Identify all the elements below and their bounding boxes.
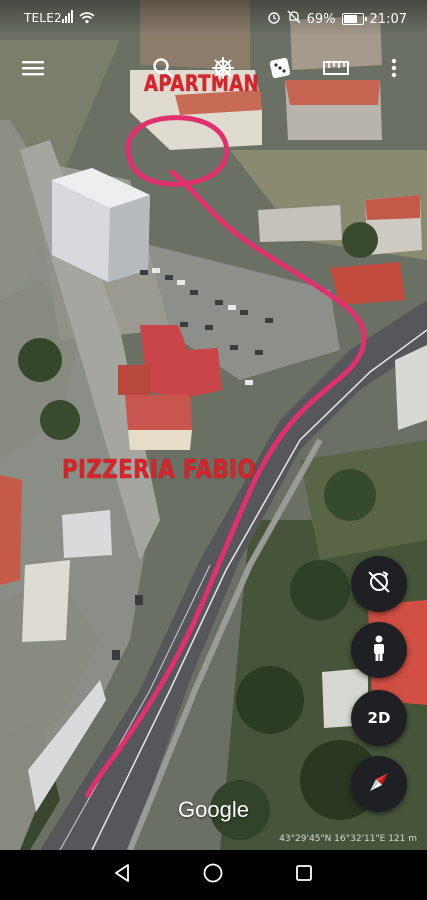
compass-button[interactable] — [351, 756, 407, 812]
back-button[interactable] — [109, 862, 135, 888]
earth-toolbar — [0, 50, 427, 86]
alarm-icon — [267, 10, 281, 28]
recents-square-icon — [295, 864, 313, 886]
signal-wifi-icons — [62, 10, 96, 27]
search-icon[interactable] — [145, 50, 181, 86]
clock: 21:07 — [369, 11, 407, 27]
system-navigation-bar — [0, 850, 427, 900]
home-circle-icon — [202, 862, 224, 888]
compass-icon — [364, 767, 394, 801]
battery-percent: 69% — [306, 11, 336, 27]
dice-icon[interactable] — [262, 50, 298, 86]
coordinates-readout: 43°29'45"N 16°32'11"E 121 m — [279, 834, 417, 844]
ruler-icon[interactable] — [318, 50, 354, 86]
menu-icon[interactable] — [15, 50, 51, 86]
back-triangle-icon — [113, 863, 131, 887]
reset-rotation-icon — [366, 569, 392, 599]
recents-button[interactable] — [291, 862, 317, 888]
mute-bell-icon — [287, 10, 301, 28]
carrier-name: TELE2 — [24, 11, 62, 25]
battery-icon — [341, 13, 367, 25]
ship-wheel-icon[interactable] — [205, 50, 241, 86]
status-bar: TELE2 69% 21:07 — [0, 0, 427, 36]
pizzeria-annotation: PIZZERIA FABIO — [62, 455, 256, 485]
home-button[interactable] — [200, 862, 226, 888]
reset-rotation-button[interactable] — [351, 556, 407, 612]
more-vert-icon[interactable] — [376, 50, 412, 86]
street-view-button[interactable] — [351, 622, 407, 678]
street-view-person-icon — [369, 634, 389, 666]
view-mode-2d-button[interactable]: 2D — [351, 690, 407, 746]
